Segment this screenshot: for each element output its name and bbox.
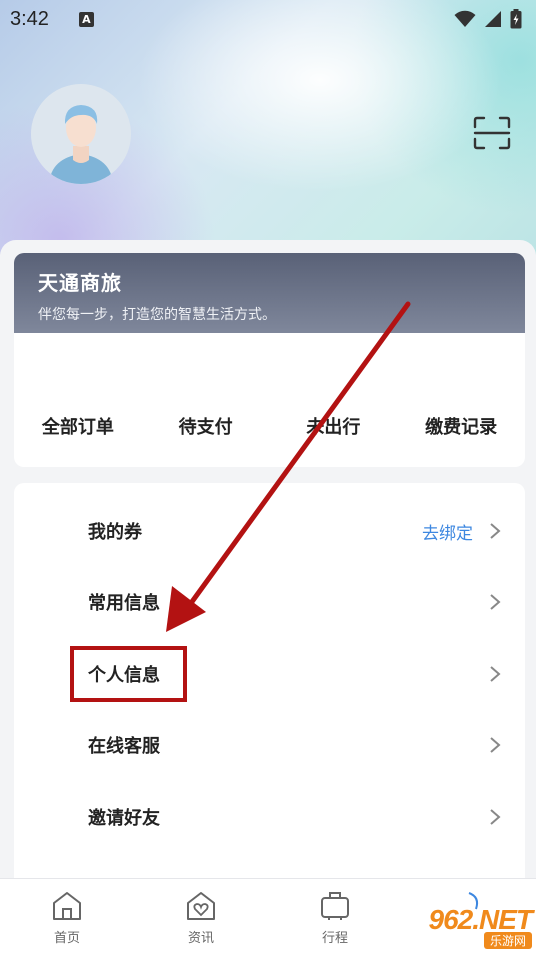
news-heart-icon xyxy=(187,892,215,920)
notification-a-icon: A xyxy=(78,11,94,27)
tab-home[interactable]: 首页 xyxy=(0,879,134,954)
chevron-right-icon xyxy=(490,666,501,682)
status-bar: 3:42 A xyxy=(0,0,536,38)
menu-item-label: 我的券 xyxy=(88,522,142,543)
menu-item-common-info[interactable]: 常用信息 xyxy=(14,574,525,630)
user-avatar[interactable] xyxy=(31,84,131,184)
menu-item-label: 邀请好友 xyxy=(88,808,160,829)
tab-label: 首页 xyxy=(53,931,80,946)
status-time: 3:42 xyxy=(10,7,49,30)
watermark-sub: 乐游网 xyxy=(483,931,532,949)
annotation-highlight-box xyxy=(70,646,187,702)
order-tab-pending-payment[interactable]: 待支付 xyxy=(142,413,270,439)
order-tab-not-departed[interactable]: 未出行 xyxy=(270,413,398,439)
luggage-icon xyxy=(321,892,349,920)
watermark-logo: 962.NET 乐游网 xyxy=(398,902,533,950)
order-tab-payment-records[interactable]: 缴费记录 xyxy=(397,413,525,439)
menu-item-online-service[interactable]: 在线客服 xyxy=(14,717,525,773)
menu-item-coupons[interactable]: 我的券 去绑定 xyxy=(14,503,525,559)
avatar-person-icon xyxy=(31,84,131,184)
tab-itinerary[interactable]: 行程 xyxy=(268,879,402,954)
brand-banner: 天通商旅 伴您每一步，打造您的智慧生活方式。 xyxy=(14,253,525,333)
home-icon xyxy=(53,892,81,920)
bind-coupon-link[interactable]: 去绑定 xyxy=(422,519,473,544)
menu-item-label: 在线客服 xyxy=(88,736,160,757)
brand-title: 天通商旅 xyxy=(38,271,122,295)
order-tabs: 全部订单 待支付 未出行 缴费记录 xyxy=(14,413,525,439)
signal-icon xyxy=(485,11,501,27)
wifi-icon xyxy=(454,10,476,27)
battery-charging-icon xyxy=(510,9,522,29)
menu-item-label: 常用信息 xyxy=(88,593,160,614)
chevron-right-icon xyxy=(490,523,501,539)
tab-news[interactable]: 资讯 xyxy=(134,879,268,954)
brand-card: 天通商旅 伴您每一步，打造您的智慧生活方式。 全部订单 待支付 未出行 缴费记录 xyxy=(14,253,525,467)
scan-icon[interactable] xyxy=(472,115,512,151)
watermark-main: 962.NET xyxy=(428,903,533,935)
chevron-right-icon xyxy=(490,594,501,610)
brand-subtitle: 伴您每一步，打造您的智慧生活方式。 xyxy=(38,307,276,323)
tab-label: 资讯 xyxy=(187,931,214,946)
tab-label: 行程 xyxy=(321,931,348,946)
chevron-right-icon xyxy=(490,737,501,753)
order-tab-all[interactable]: 全部订单 xyxy=(14,413,142,439)
menu-item-invite-friends[interactable]: 邀请好友 xyxy=(14,789,525,845)
chevron-right-icon xyxy=(490,809,501,825)
